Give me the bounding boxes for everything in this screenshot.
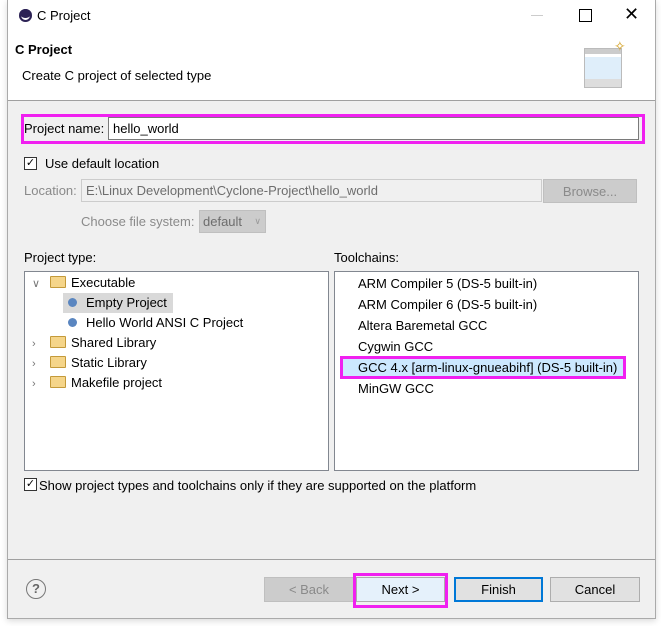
toolchains-list[interactable]: ARM Compiler 5 (DS-5 built-in) ARM Compi…: [334, 271, 639, 471]
project-name-input[interactable]: [108, 117, 639, 140]
toolchains-label: Toolchains:: [334, 250, 400, 265]
folder-icon: [50, 336, 66, 348]
project-type-tree[interactable]: ∨ Executable Empty Project Hello World AN…: [24, 271, 329, 471]
next-button[interactable]: Next >: [356, 577, 445, 602]
c-project-dialog: C Project ✕ C Project Create C project o…: [7, 0, 656, 619]
toolchain-item[interactable]: ARM Compiler 6 (DS-5 built-in): [358, 295, 537, 315]
minimize-button[interactable]: [531, 15, 543, 16]
tree-item-label: Static Library: [71, 355, 147, 370]
tree-item-empty-project[interactable]: Empty Project: [63, 293, 173, 313]
show-supported-checkbox[interactable]: ✓: [24, 478, 37, 491]
location-label: Location:: [24, 183, 77, 198]
wizard-header: C Project Create C project of selected t…: [8, 32, 655, 101]
tree-item-label: Hello World ANSI C Project: [86, 315, 244, 330]
eclipse-icon: [19, 9, 32, 22]
finish-button[interactable]: Finish: [454, 577, 543, 602]
tree-item-hello-world-ansi-c[interactable]: Hello World ANSI C Project: [68, 313, 243, 333]
back-button[interactable]: < Back: [264, 577, 354, 602]
tree-item-label: Empty Project: [86, 295, 167, 310]
chevron-right-icon[interactable]: ›: [32, 334, 44, 354]
location-input[interactable]: [81, 179, 542, 202]
tree-item-shared-library[interactable]: › Shared Library: [32, 333, 156, 353]
toolchain-item[interactable]: MinGW GCC: [358, 379, 434, 399]
page-subtitle: Create C project of selected type: [22, 68, 212, 83]
use-default-location-label: Use default location: [45, 156, 160, 171]
file-system-select[interactable]: default ∨: [199, 210, 266, 233]
folder-icon: [50, 376, 66, 388]
tree-item-label: Executable: [71, 275, 136, 290]
toolchain-item[interactable]: Altera Baremetal GCC: [358, 316, 487, 336]
use-default-location-checkbox[interactable]: ✓: [24, 157, 37, 170]
project-name-label: Project name:: [24, 121, 105, 136]
tree-item-label: Shared Library: [71, 335, 157, 350]
chevron-right-icon[interactable]: ›: [32, 354, 44, 374]
chevron-down-icon: ∨: [254, 216, 261, 226]
window-title: C Project: [37, 8, 91, 23]
show-supported-label: Show project types and toolchains only i…: [39, 478, 477, 493]
cancel-button[interactable]: Cancel: [550, 577, 640, 602]
toolchain-item[interactable]: Cygwin GCC: [358, 337, 433, 357]
project-icon: [68, 318, 77, 327]
browse-button[interactable]: Browse...: [543, 179, 637, 203]
file-system-label: Choose file system:: [81, 214, 195, 229]
project-type-label: Project type:: [24, 250, 97, 265]
tree-item-label: Makefile project: [71, 375, 163, 390]
chevron-right-icon[interactable]: ›: [32, 374, 44, 394]
title-bar: C Project ✕: [8, 0, 655, 32]
tree-item-executable[interactable]: ∨ Executable: [32, 273, 135, 293]
project-icon: [68, 298, 77, 307]
file-system-value: default: [203, 214, 243, 229]
tree-item-static-library[interactable]: › Static Library: [32, 353, 147, 373]
tree-item-makefile-project[interactable]: › Makefile project: [32, 373, 162, 393]
close-button[interactable]: ✕: [624, 4, 639, 25]
folder-icon: [50, 276, 66, 288]
maximize-button[interactable]: [579, 9, 592, 22]
sparkle-icon: ✧: [614, 38, 626, 54]
footer-separator: [8, 559, 655, 560]
page-title: C Project: [15, 42, 73, 57]
toolchain-item-selected[interactable]: GCC 4.x [arm-linux-gnueabihf] (DS-5 buil…: [358, 358, 617, 378]
chevron-down-icon[interactable]: ∨: [32, 274, 44, 294]
folder-icon: [50, 356, 66, 368]
toolchain-item[interactable]: ARM Compiler 5 (DS-5 built-in): [358, 274, 537, 294]
help-icon[interactable]: ?: [26, 579, 46, 599]
